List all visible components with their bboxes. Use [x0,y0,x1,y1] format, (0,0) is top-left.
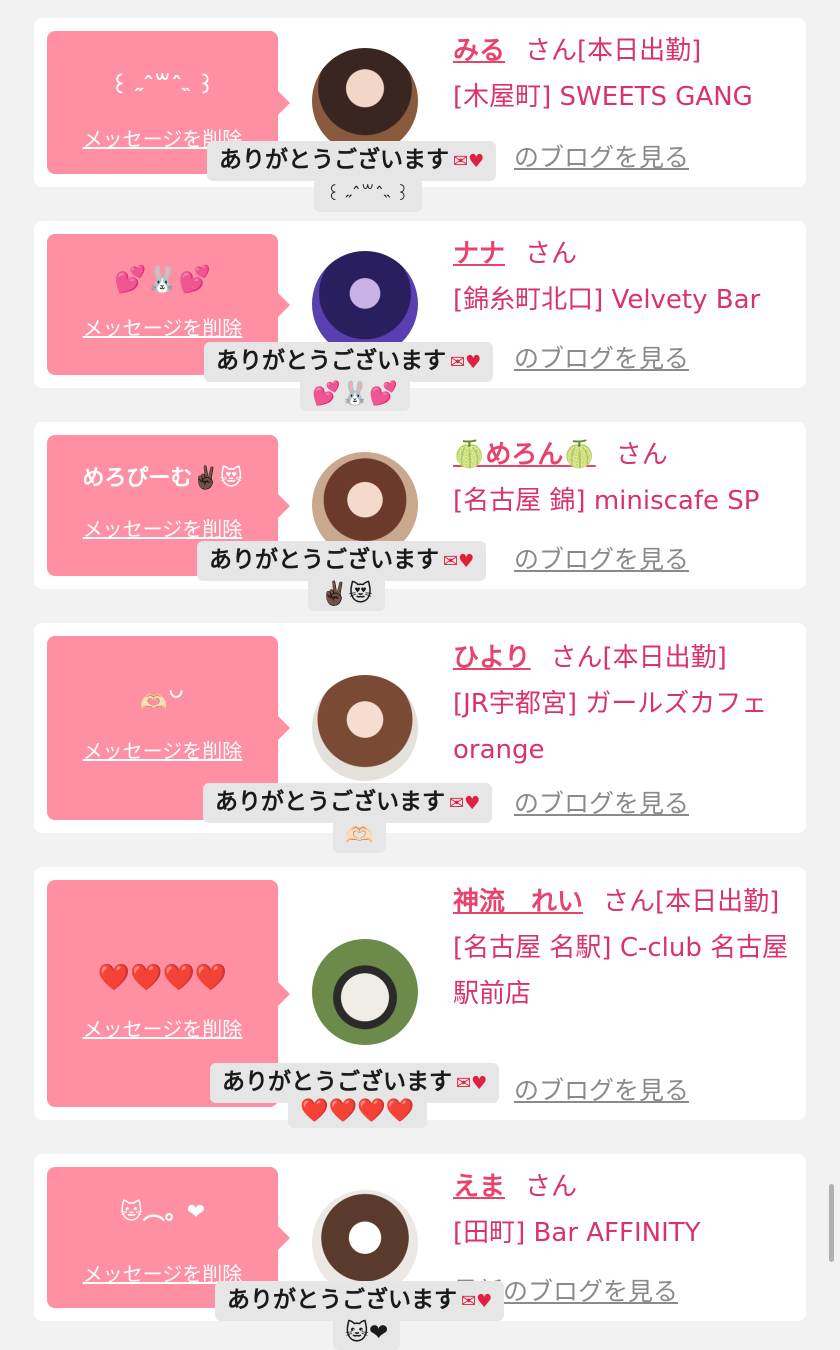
delete-message-link[interactable]: メッセージを削除 [47,517,278,541]
delete-message-link[interactable]: メッセージを削除 [47,739,278,763]
honorific: さん [525,1172,578,1202]
profile-info: 神流 れい さん[本日出勤] [名古屋 名駅] C-club 名古屋駅前店 [453,879,793,1017]
status-badge: [本日出勤] [655,887,780,917]
envelope-heart-icon: ✉♥ [453,151,485,172]
message-text: 💕🐰💕 [113,265,212,295]
honorific: さん [603,887,656,917]
delete-message-link[interactable]: メッセージを削除 [47,316,278,340]
shop-name[interactable]: [錦糸町北口] Velvety Bar [453,285,760,315]
profile-info: みる さん[本日出勤] [木屋町] SWEETS GANG [453,28,793,120]
thanks-text: ありがとうございます [222,1069,452,1095]
girl-name-link[interactable]: 神流 れい [453,887,583,917]
tooltip-emoji: 🐱❤ [333,1316,401,1350]
honorific: さん [615,440,668,470]
delete-message-link[interactable]: メッセージを削除 [47,1017,278,1041]
girl-name-link[interactable]: 🍈めろん🍈 [453,440,596,470]
message-text: めろぴーむ✌🏿😻 [82,466,243,491]
message-text: ꒰ ˶ˆ꒳ˆ˵ ꒱ [110,74,215,99]
girl-name-link[interactable]: みる [453,36,505,66]
tooltip-emoji: ❤️❤️❤️❤️ [288,1094,427,1128]
message-text: ❤️❤️❤️❤️ [97,963,228,993]
honorific: さん [525,239,578,269]
envelope-heart-icon: ✉♥ [449,793,481,814]
shop-name[interactable]: [名古屋 名駅] C-club 名古屋駅前店 [453,933,788,1009]
thanks-tooltip: ありがとうございます ✉♥ [207,141,497,181]
thanks-tooltip: ありがとうございます ✉♥ [204,342,494,382]
tooltip-emoji: ✌🏿😻 [308,577,385,611]
avatar[interactable] [312,939,418,1045]
envelope-heart-icon: ✉♥ [456,1073,488,1094]
status-badge: [本日出勤] [602,643,727,673]
girl-name-link[interactable]: ひより [453,643,530,673]
honorific: さん [550,643,603,673]
thanks-text: ありがとうございます [215,789,445,815]
shop-name[interactable]: [名古屋 錦] miniscafe SP [453,486,759,516]
thanks-text: ありがとうございます [219,147,449,173]
latest-blog-link[interactable]: のブログを見る [514,540,689,576]
thanks-tooltip: ありがとうございます ✉♥ [215,1281,505,1321]
avatar[interactable] [312,675,418,781]
profile-info: えま さん [田町] Bar AFFINITY [453,1164,793,1256]
latest-blog-link[interactable]: のブログを見る [514,339,689,375]
latest-blog-link[interactable]: のブログを見る [514,784,689,820]
thanks-text: ありがとうございます [227,1287,457,1313]
message-text: 🐱︵。❤ [119,1200,206,1225]
thanks-text: ありがとうございます [209,547,439,573]
envelope-heart-icon: ✉♥ [443,551,475,572]
envelope-heart-icon: ✉♥ [450,352,482,373]
thanks-tooltip: ありがとうございます ✉♥ [203,783,493,823]
girl-name-link[interactable]: えま [453,1172,505,1202]
thanks-text: ありがとうございます [216,348,446,374]
profile-info: ひより さん[本日出勤] [JR宇都宮] ガールズカフェorange [453,635,793,773]
envelope-heart-icon: ✉♥ [461,1291,493,1312]
avatar[interactable] [312,48,418,154]
shop-name[interactable]: [木屋町] SWEETS GANG [453,82,753,112]
profile-info: ナナ さん [錦糸町北口] Velvety Bar [453,231,793,323]
scrollbar[interactable] [829,1184,834,1262]
message-text: 🫶🏻꒡ [140,691,185,716]
honorific: さん [525,36,578,66]
tooltip-emoji: ꒰ ˶ˆ꒳ˆ˵ ꒱ [314,178,422,212]
shop-name[interactable]: [JR宇都宮] ガールズカフェorange [453,689,767,765]
profile-info: 🍈めろん🍈 さん [名古屋 錦] miniscafe SP [453,432,793,524]
thanks-tooltip: ありがとうございます ✉♥ [197,541,487,581]
girl-name-link[interactable]: ナナ [453,239,505,269]
latest-blog-link[interactable]: のブログを見る [514,138,689,174]
tooltip-emoji: 💕🐰💕 [300,377,410,411]
shop-name[interactable]: [田町] Bar AFFINITY [453,1218,701,1248]
latest-blog-link[interactable]: のブログを見る [514,1071,689,1107]
status-badge: [本日出勤] [577,36,702,66]
tooltip-emoji: 🫶🏻 [333,819,386,853]
